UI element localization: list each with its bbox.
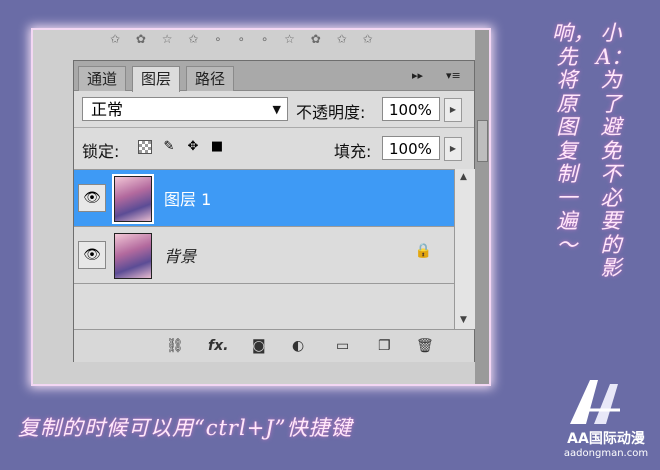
chevron-down-icon: ▼ <box>272 103 281 116</box>
opacity-label: 不透明度: <box>296 103 366 122</box>
eye-visibility-icon[interactable]: 👁 <box>78 184 106 212</box>
layer-row-layer1[interactable]: 👁 图层 1 <box>74 170 454 227</box>
layer-row-background[interactable]: 👁 背景 🔒 <box>74 227 454 284</box>
tab-paths[interactable]: 路径 <box>186 66 235 91</box>
add-mask-icon[interactable]: ◙ <box>252 337 266 355</box>
link-layers-icon[interactable]: ⛓ <box>166 337 184 355</box>
lock-transparency-icon[interactable] <box>138 140 152 154</box>
scroll-up-icon[interactable]: ▲ <box>460 172 467 182</box>
panel-tabs: 通道 图层 路径 ▸▸ ▾≡ <box>74 61 474 92</box>
opacity-field[interactable]: 100% <box>382 97 440 121</box>
logo-name: AA国际动漫 <box>567 431 645 447</box>
site-logo: AA国际动漫 aadongman.com <box>556 376 656 464</box>
opacity-slider-button[interactable]: ▶ <box>444 98 462 122</box>
layers-panel: 通道 图层 路径 ▸▸ ▾≡ 正常 ▼ 不透明度: 100% ▶ 锁定: ✎ ✥… <box>73 60 475 362</box>
layer-name: 背景 <box>164 247 197 266</box>
tab-channels[interactable]: 通道 <box>78 66 127 91</box>
fill-slider-button[interactable]: ▶ <box>444 137 462 161</box>
logo-url: aadongman.com <box>563 448 649 459</box>
layer-list-scrollbar[interactable]: ▲ ▼ <box>454 169 475 329</box>
blend-mode-select[interactable]: 正常 ▼ <box>82 97 288 121</box>
lock-label: 锁定: <box>82 142 120 161</box>
lock-all-icon[interactable]: ■ <box>210 140 224 154</box>
scroll-knob[interactable] <box>477 120 488 162</box>
caption-shortcut: 复制的时候可以用“ctrl+J”快捷键 <box>18 416 353 440</box>
fill-field[interactable]: 100% <box>382 136 440 160</box>
decorative-stars: ✩ ✿ ☆ ✩ ∘ ∘ ∘ ☆ ✿ ✩ ✩ <box>110 32 379 46</box>
layer-name: 图层 1 <box>164 190 212 209</box>
layer-thumbnail <box>114 176 152 222</box>
trash-icon[interactable]: 🗑 <box>416 337 434 355</box>
adjustment-layer-icon[interactable]: ◐ <box>292 337 304 355</box>
caption-right-col1: 小A：为了避免不必要的影 <box>596 21 633 280</box>
layer-list: 👁 图层 1 👁 背景 🔒 <box>74 169 454 330</box>
logo-mark-icon <box>570 380 620 424</box>
lock-position-move-icon[interactable]: ✥ <box>186 140 200 154</box>
layer-thumbnail <box>114 233 152 279</box>
scroll-down-icon[interactable]: ▼ <box>460 315 467 325</box>
lock-fill-row: 锁定: ✎ ✥ ■ 填充: 100% ▶ <box>74 128 474 166</box>
blend-mode-value: 正常 <box>91 100 124 119</box>
panel-menu-icon[interactable]: ▾≡ <box>446 69 461 82</box>
caption-right-col2: 响，先将原图复制一遍～ <box>552 21 594 257</box>
panel-footer: ⛓ fx. ◙ ◐ ▭ ❐ 🗑 <box>74 329 474 362</box>
blend-opacity-row: 正常 ▼ 不透明度: 100% ▶ <box>74 91 474 127</box>
collapse-panel-icon[interactable]: ▸▸ <box>412 69 423 82</box>
lock-icon: 🔒 <box>414 243 432 259</box>
tab-layers[interactable]: 图层 <box>132 66 181 92</box>
fill-label: 填充: <box>334 142 372 161</box>
fx-icon[interactable]: fx. <box>208 337 228 355</box>
new-layer-icon[interactable]: ❐ <box>378 337 391 355</box>
window-edge-scrollbar[interactable] <box>475 30 489 384</box>
new-group-icon[interactable]: ▭ <box>336 337 349 355</box>
lock-paint-brush-icon[interactable]: ✎ <box>162 140 176 154</box>
eye-visibility-icon[interactable]: 👁 <box>78 241 106 269</box>
